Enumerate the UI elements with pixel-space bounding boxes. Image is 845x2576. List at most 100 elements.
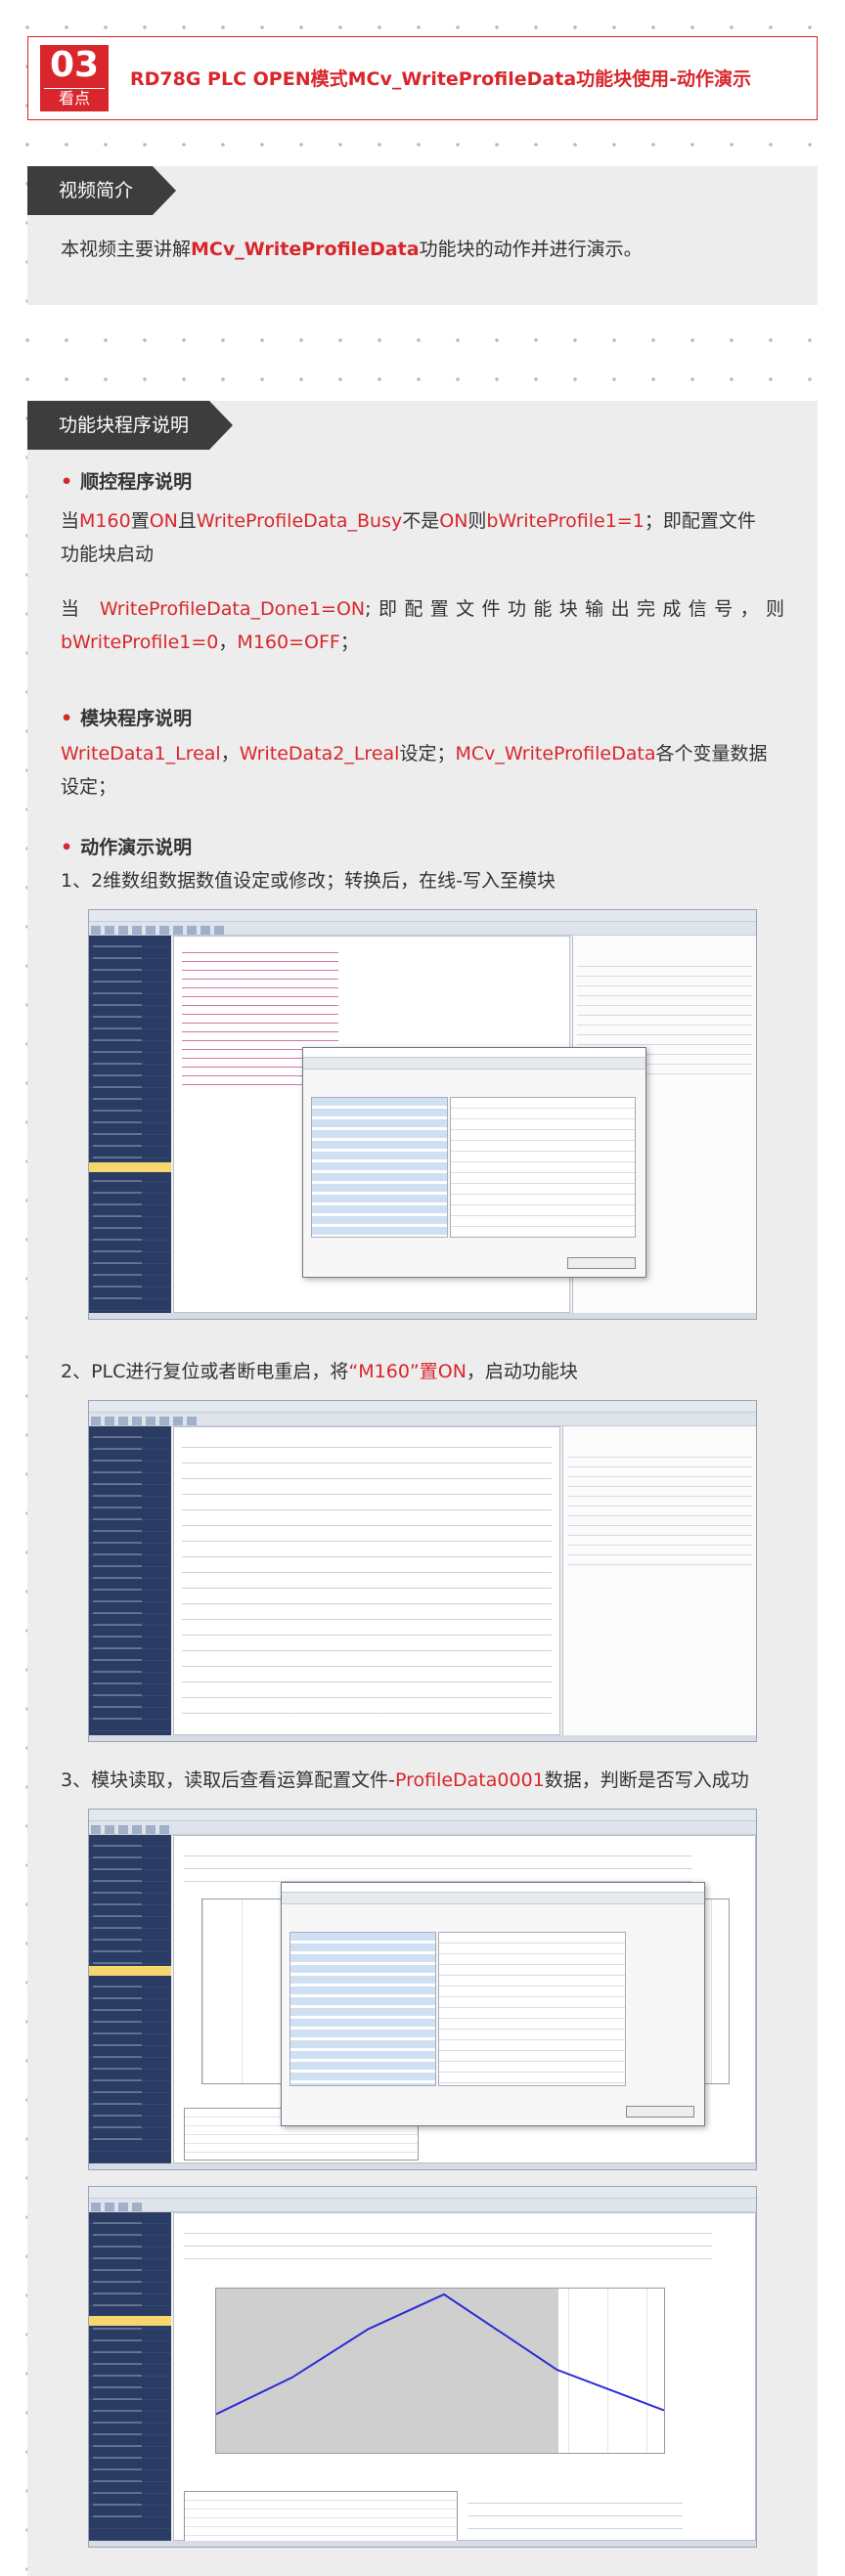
header-banner: 03 看点 RD78G PLC OPEN模式MCv_WriteProfileDa… xyxy=(27,36,818,120)
text-part: ， xyxy=(220,743,240,764)
text-highlight: WriteProfileData_Busy xyxy=(196,510,403,532)
status-bar xyxy=(89,1735,756,1741)
text-part: 且 xyxy=(177,510,197,532)
bullet-icon: • xyxy=(61,471,73,493)
seq-line-1: 当M160置ON且WriteProfileData_Busy不是ON则bWrit… xyxy=(61,504,784,571)
menu-bar xyxy=(89,1810,756,1821)
ladder-editor xyxy=(173,1426,560,1735)
project-tree-selected xyxy=(89,2316,171,2326)
program-section: 功能块程序说明 • 顺控程序说明 当M160置ON且WriteProfileDat… xyxy=(27,401,818,2576)
text-part: 各个变量数据 xyxy=(655,743,768,764)
profile-plot xyxy=(215,2288,665,2454)
profile-table xyxy=(184,2491,458,2546)
seq-line-2-cont: bWriteProfile1=0，M160=OFF； xyxy=(61,626,784,659)
intro-tab: 视频简介 xyxy=(27,166,176,215)
step-2: 2、PLC进行复位或者断电重启，将“M160”置ON，启动功能块 xyxy=(61,1355,784,1388)
online-read-dialog xyxy=(281,1882,705,2126)
intro-section: 视频简介 本视频主要讲解MCv_WriteProfileData功能块的动作并进… xyxy=(27,166,818,305)
intro-text-part: 本视频主要讲解 xyxy=(61,239,192,260)
program-tab: 功能块程序说明 xyxy=(27,401,233,450)
text-highlight: WriteData2_Lreal xyxy=(239,743,400,764)
profile-side-settings xyxy=(467,2491,683,2546)
dialog-toolbar xyxy=(303,1058,645,1070)
text-highlight: “M160”置ON xyxy=(348,1361,467,1382)
dialog-toolbar xyxy=(282,1893,704,1904)
project-tree xyxy=(89,936,171,1319)
text-part: ；即配置文件 xyxy=(644,510,756,532)
text-part: ，启动功能块 xyxy=(466,1361,578,1382)
screenshot-ladder xyxy=(88,1400,757,1742)
status-bar xyxy=(89,1313,756,1319)
dialog-grid xyxy=(438,1932,626,2086)
demo-heading-text: 动作演示说明 xyxy=(80,837,193,858)
text-part: 设定； xyxy=(399,743,456,764)
text-part: ;即配置文件功能块输出完成信号，则 xyxy=(365,598,785,620)
seq-line-2: 当 WriteProfileData_Done1=ON;即配置文件功能块输出完成… xyxy=(61,592,784,626)
text-part: 置 xyxy=(130,510,150,532)
badge: 03 看点 xyxy=(40,45,109,111)
text-highlight: M160 xyxy=(79,510,131,532)
online-write-dialog xyxy=(302,1047,646,1278)
menu-bar xyxy=(89,2187,756,2199)
profile-window xyxy=(173,2212,756,2546)
screenshot-profile-read xyxy=(88,1809,757,2170)
dialog-title-bar xyxy=(303,1048,645,1058)
text-part: 设定； xyxy=(61,776,117,798)
text-part: 数据，判断是否写入成功 xyxy=(544,1769,749,1791)
bullet-icon: • xyxy=(61,708,73,729)
bullet-icon: • xyxy=(61,837,73,858)
project-tree xyxy=(89,2212,171,2547)
dialog-buttons xyxy=(626,2106,694,2118)
toolbar xyxy=(89,1413,756,1426)
text-part: 2、PLC进行复位或者断电重启，将 xyxy=(61,1361,349,1382)
status-bar xyxy=(89,2541,756,2547)
text-part: 不是 xyxy=(402,510,440,532)
project-tree-selected xyxy=(89,1966,171,1976)
intro-text-highlight: MCv_WriteProfileData xyxy=(191,239,420,260)
project-tree xyxy=(89,1426,171,1741)
dialog-tree xyxy=(289,1932,436,2086)
profile-settings xyxy=(184,1844,692,1883)
text-highlight: WriteProfileData_Done1=ON xyxy=(99,598,366,620)
menu-bar xyxy=(89,910,756,922)
module-heading-text: 模块程序说明 xyxy=(80,708,193,729)
toolbar xyxy=(89,2199,756,2212)
text-highlight: ProfileData0001 xyxy=(394,1769,545,1791)
profile-settings xyxy=(184,2221,712,2270)
text-part: 当 xyxy=(61,510,80,532)
dialog-buttons xyxy=(567,1257,636,1269)
intro-text: 本视频主要讲解MCv_WriteProfileData功能块的动作并进行演示。 xyxy=(61,233,784,266)
page-title: RD78G PLC OPEN模式MCv_WriteProfileData功能块使… xyxy=(130,68,752,90)
right-pane xyxy=(562,1426,756,1735)
text-part: 3、模块读取，读取后查看运算配置文件- xyxy=(61,1769,395,1791)
step-1: 1、2维数组数据数值设定或修改；转换后，在线-写入至模块 xyxy=(61,870,556,892)
step-3: 3、模块读取，读取后查看运算配置文件-ProfileData0001数据，判断是… xyxy=(61,1764,784,1797)
text-highlight: ON xyxy=(439,510,468,532)
badge-number: 03 xyxy=(49,45,100,85)
menu-bar xyxy=(89,1401,756,1413)
badge-label: 看点 xyxy=(44,88,105,108)
text-part: ， xyxy=(218,632,238,653)
text-highlight: bWriteProfile1=1 xyxy=(486,510,645,532)
project-tree xyxy=(89,1835,171,2169)
text-highlight: WriteData1_Lreal xyxy=(61,743,221,764)
toolbar xyxy=(89,1821,756,1835)
module-heading: • 模块程序说明 xyxy=(61,704,192,730)
text-highlight: ON xyxy=(149,510,178,532)
toolbar xyxy=(89,922,756,936)
module-line: WriteData1_Lreal，WriteData2_Lreal设定；MCv_… xyxy=(61,737,784,804)
dialog-tree xyxy=(311,1097,448,1238)
text-part: ； xyxy=(339,632,359,653)
ladder-lines xyxy=(182,1437,552,1725)
profile-curve xyxy=(216,2292,664,2416)
dialog-title-bar xyxy=(282,1883,704,1893)
status-bar xyxy=(89,2163,756,2169)
screenshot-profile-plot xyxy=(88,2186,757,2548)
seq-heading-text: 顺控程序说明 xyxy=(80,471,193,493)
project-tree-selected xyxy=(89,1162,171,1172)
intro-text-part: 功能块的动作并进行演示。 xyxy=(419,239,643,260)
seq-heading: • 顺控程序说明 xyxy=(61,467,192,494)
text-part: 则 xyxy=(467,510,487,532)
text-part: 当 xyxy=(61,598,100,620)
text-highlight: M160=OFF xyxy=(237,632,340,653)
